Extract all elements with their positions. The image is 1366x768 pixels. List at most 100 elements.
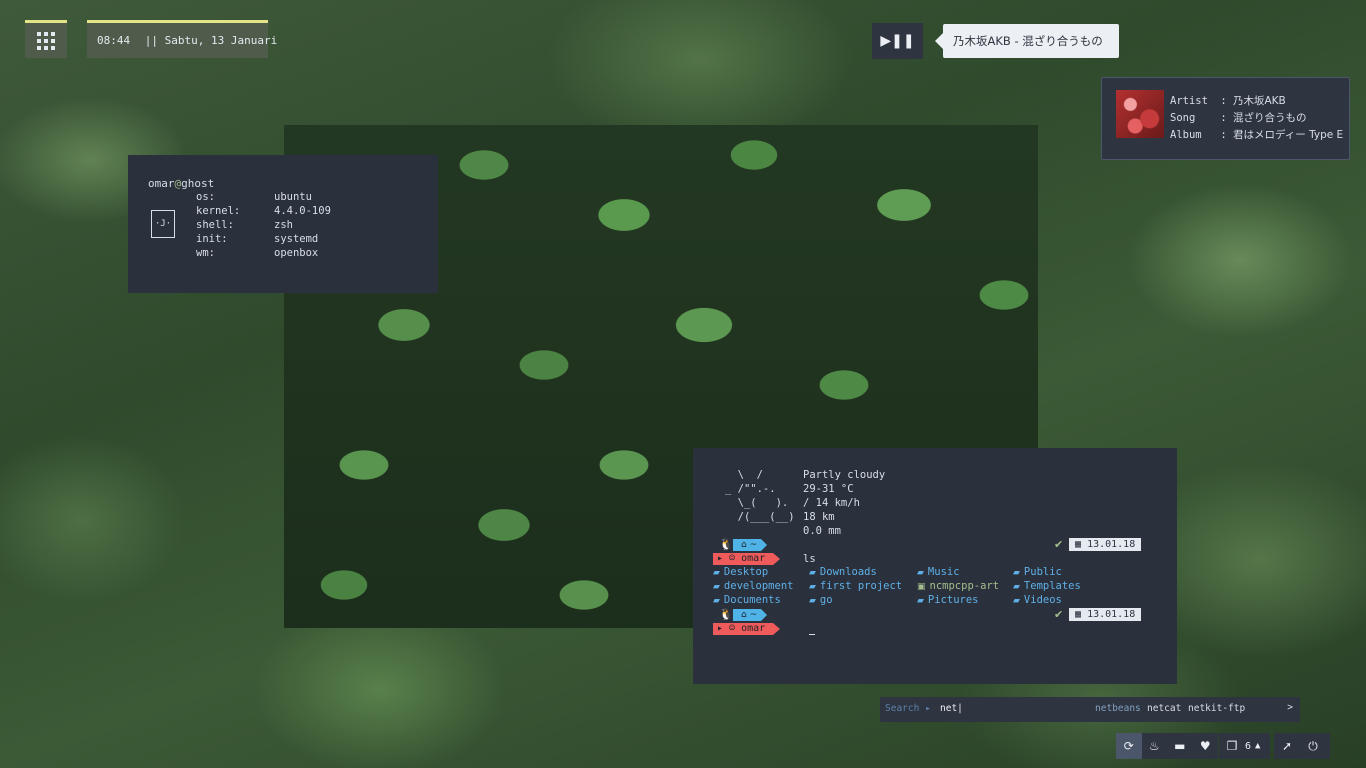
prompt-home-segment: ⌂ ~	[733, 609, 768, 621]
ls-entry: ▰ Desktop	[713, 566, 769, 578]
workspace-count: 6	[1245, 740, 1252, 752]
clock-date: Sabtu, 13 Januari	[164, 34, 278, 47]
play-pause-button[interactable]: ▶❚❚	[872, 23, 923, 59]
folder-icon: ▰	[1013, 568, 1020, 578]
search-launcher[interactable]: Search ▸ net| netbeans netcat netkit-ftp…	[880, 697, 1300, 722]
distro-logo-icon: ·J·	[151, 210, 175, 238]
sysinfo-row: os: ubuntu	[196, 191, 312, 203]
folder-icon: ▰	[713, 568, 720, 578]
sysinfo-value: zsh	[274, 219, 293, 231]
folder-icon[interactable]: ▬	[1167, 733, 1193, 759]
folder-icon: ▰	[713, 582, 720, 592]
colon: :	[1220, 95, 1227, 107]
sysinfo-panel: omar@ghost ·J· os: ubuntu kernel: 4.4.0-10…	[128, 155, 438, 293]
colon: :	[1220, 129, 1227, 141]
suggestion-item[interactable]: netbeans	[1095, 703, 1141, 714]
album-label: Album	[1170, 129, 1202, 141]
artist-value: 乃木坂AKB	[1232, 95, 1286, 107]
weather-temperature: 29-31 °C	[803, 483, 854, 495]
dock-right-group: ➚ ⏻	[1274, 733, 1330, 759]
prompt-user-segment: ▸ ☺ omar	[713, 553, 781, 565]
weather-condition: Partly cloudy	[803, 469, 886, 481]
sysinfo-userhost: omar@ghost	[148, 177, 214, 190]
folder-icon: ▰	[809, 568, 816, 578]
prompt-user: omar	[741, 553, 766, 564]
song-value: 混ざり合うもの	[1232, 112, 1307, 124]
power-icon[interactable]: ⏻	[1300, 733, 1326, 759]
folder-icon: ▰	[809, 582, 816, 592]
prompt-date: 13.01.18	[1087, 609, 1136, 620]
weather-visibility: 18 km	[803, 511, 835, 523]
sysinfo-row: shell: zsh	[196, 219, 293, 231]
ls-entry: ▰ go	[809, 594, 833, 606]
sysinfo-key: os:	[196, 191, 215, 203]
terminal-window[interactable]: \ / _ /"".-. \_( ). /(___(__) Partly clo…	[693, 448, 1177, 684]
dock-left-group: ⟳ ♨ ▬ ♥	[1116, 733, 1218, 759]
prompt-user-segment: ▸ ☺ omar	[713, 623, 781, 635]
sysinfo-row: init: systemd	[196, 233, 318, 245]
sysinfo-key: kernel:	[196, 205, 241, 217]
folder-icon: ▰	[1013, 582, 1020, 592]
success-check-icon: ✔	[1054, 608, 1064, 621]
ls-entry: ▰ first project	[809, 580, 903, 592]
ls-entry: ▰ Downloads	[809, 566, 877, 578]
album-art	[1116, 90, 1164, 138]
sysinfo-value: ubuntu	[274, 191, 312, 203]
command-text: ls	[803, 553, 816, 565]
search-input[interactable]: net|	[940, 703, 963, 714]
home-icon: ⌂	[741, 540, 747, 550]
user-icon: ☺	[729, 623, 736, 634]
music-song-row: Song : 混ざり合うもの	[1170, 110, 1306, 125]
folder-icon: ▰	[713, 596, 720, 606]
sysinfo-host: ghost	[181, 177, 215, 190]
sysinfo-value: openbox	[274, 247, 319, 259]
song-label: Song	[1170, 112, 1196, 124]
clock-widget: 08:44 || Sabtu, 13 Januari	[87, 20, 277, 58]
workspace-switcher[interactable]: ❐ 6 ▲	[1219, 733, 1270, 759]
heartbeat-icon[interactable]: ♥	[1193, 733, 1219, 759]
sysinfo-row: wm: openbox	[196, 247, 318, 259]
folder-icon: ▰	[917, 568, 924, 578]
weather-precipitation: 0.0 mm	[803, 525, 841, 537]
music-album-row: Album : 君はメロディー Type E	[1170, 127, 1343, 142]
colon: :	[1220, 112, 1227, 124]
sysinfo-key: wm:	[196, 247, 215, 259]
home-path: ~	[749, 540, 758, 550]
home-path: ~	[749, 610, 758, 620]
refresh-icon[interactable]: ⟳	[1116, 733, 1142, 759]
ls-entry-executable: ▣ ncmpcpp-art	[917, 580, 1000, 592]
weather-ascii-art: \ / _ /"".-. \_( ). /(___(__)	[725, 469, 795, 523]
user-icon: ☺	[729, 553, 736, 564]
suggestion-item[interactable]: netkit-ftp	[1188, 703, 1245, 714]
tux-icon: 🐧	[719, 538, 733, 551]
ls-entry: ▰ development	[713, 580, 794, 592]
ls-entry: ▰ Pictures	[917, 594, 979, 606]
rocket-icon[interactable]: ➚	[1274, 733, 1300, 759]
now-playing-tooltip: 乃木坂AKB - 混ざり合うもの	[935, 24, 1119, 58]
search-label: Search ▸	[885, 703, 931, 714]
windows-icon: ❐	[1226, 739, 1238, 753]
now-playing-text: 乃木坂AKB - 混ざり合うもの	[953, 34, 1103, 48]
success-check-icon: ✔	[1054, 538, 1064, 551]
fire-icon[interactable]: ♨	[1142, 733, 1168, 759]
folder-icon: ▰	[809, 596, 816, 606]
prompt-user: omar	[741, 623, 766, 634]
prompt-date-badge: ▦ 13.01.18	[1069, 608, 1142, 621]
more-suggestions-button[interactable]: >	[1287, 702, 1293, 713]
file-icon: ▣	[917, 582, 926, 592]
prompt-date-badge: ▦ 13.01.18	[1069, 538, 1142, 551]
folder-icon: ▰	[1013, 596, 1020, 606]
prompt-date: 13.01.18	[1087, 539, 1136, 550]
sysinfo-user: omar	[148, 177, 175, 190]
music-artist-row: Artist : 乃木坂AKB	[1170, 93, 1286, 108]
artist-label: Artist	[1170, 95, 1208, 107]
sysinfo-row: kernel: 4.4.0-109	[196, 205, 331, 217]
home-icon: ⌂	[741, 610, 747, 620]
weather-wind: / 14 km/h	[803, 497, 860, 509]
calendar-icon: ▦	[1075, 539, 1082, 550]
sysinfo-key: shell:	[196, 219, 234, 231]
app-grid-button[interactable]	[25, 20, 67, 58]
suggestion-item[interactable]: netcat	[1147, 703, 1181, 714]
tux-icon: 🐧	[719, 608, 733, 621]
clock-time: 08:44	[97, 34, 131, 47]
